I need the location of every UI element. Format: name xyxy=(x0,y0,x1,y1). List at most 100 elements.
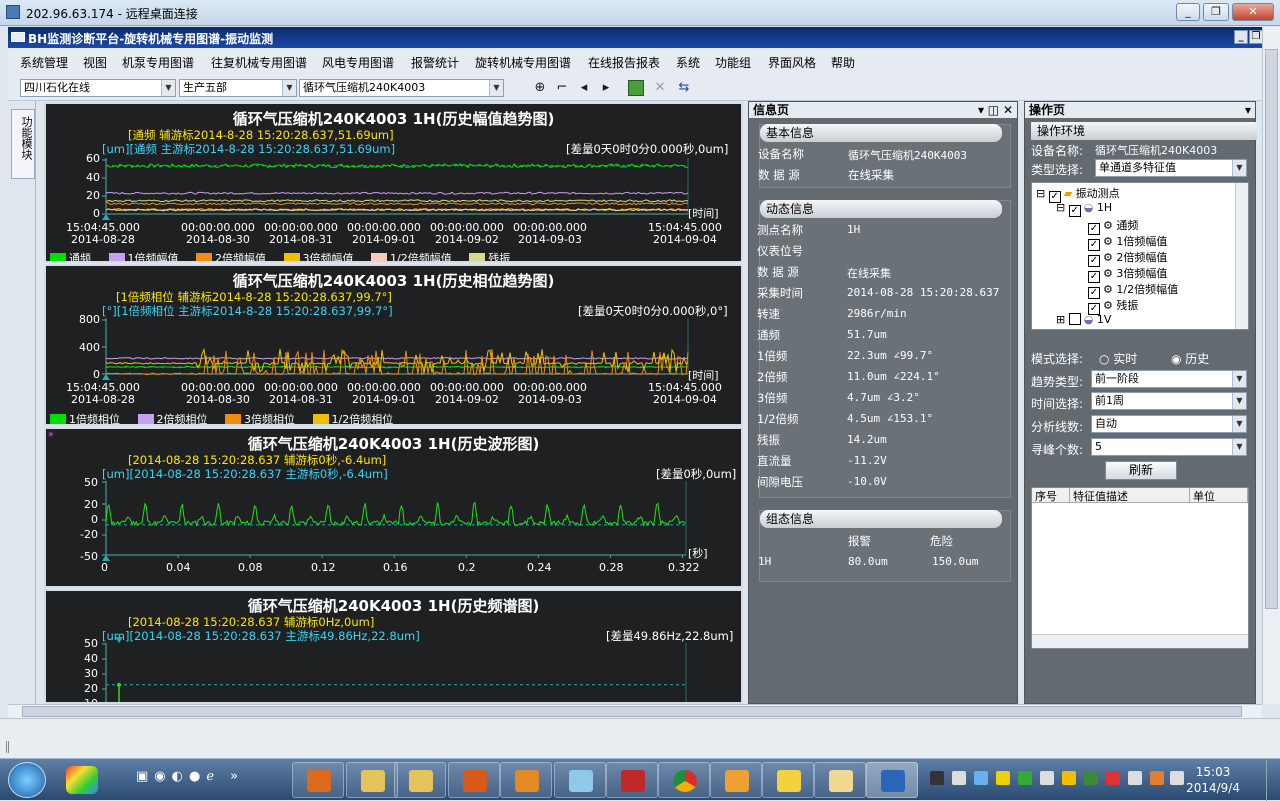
taskbar-folder-2[interactable] xyxy=(394,762,446,798)
type-select[interactable]: 单通道多特征值 ▼ xyxy=(1095,159,1247,177)
trend-type-select[interactable]: 前一阶段 ▼ xyxy=(1091,370,1247,388)
menu-ui-style[interactable]: 界面风格 xyxy=(768,54,816,71)
table-hscrollbar[interactable] xyxy=(1032,634,1248,648)
tray-icon[interactable] xyxy=(1040,771,1054,785)
menu-wind-charts[interactable]: 风电专用图谱 xyxy=(322,54,394,71)
mdi-minimize-button[interactable]: _ xyxy=(1234,30,1248,44)
lines-select[interactable]: 自动 ▼ xyxy=(1091,415,1247,433)
battery-icon[interactable] xyxy=(1170,771,1184,785)
time-select-value: 前1周 xyxy=(1095,394,1124,407)
menu-pump-charts[interactable]: 机泵专用图谱 xyxy=(122,54,194,71)
menu-system[interactable]: 系统 xyxy=(676,54,700,71)
taskbar-app-3[interactable] xyxy=(554,762,606,798)
menu-view[interactable]: 视图 xyxy=(83,54,107,71)
checkbox[interactable]: ✓ xyxy=(1068,205,1081,217)
rdp-minimize-button[interactable]: _ xyxy=(1176,3,1200,21)
quick-launch-icons[interactable]: ▣◉◐●ℯ » xyxy=(136,769,244,784)
x-tick: 00:00:00.000 2014-09-03 xyxy=(513,381,587,406)
info-key: 测点名称 xyxy=(757,223,803,237)
tray-icon[interactable] xyxy=(974,771,988,785)
function-module-tab[interactable]: 功能模块 xyxy=(11,109,35,179)
pane-controls[interactable]: ▾ ◫ ✕ xyxy=(978,102,1013,118)
taskbar-mail[interactable] xyxy=(814,762,866,798)
app-launcher-icon[interactable] xyxy=(66,766,98,794)
image-export-icon[interactable] xyxy=(628,80,644,96)
mode-realtime-radio[interactable]: ○ 实时 xyxy=(1099,350,1137,367)
info-value: -11.2V xyxy=(847,454,887,467)
menu-rotary-charts[interactable]: 旋转机械专用图谱 xyxy=(475,54,571,71)
system-clock[interactable]: 15:03 2014/9/4 xyxy=(1186,764,1240,796)
chevron-down-icon[interactable]: ▾ xyxy=(1245,102,1251,118)
legend-item: 3倍频相位 xyxy=(225,413,295,424)
col-header[interactable]: 特征值描述 xyxy=(1070,488,1190,503)
taskbar-alert-app[interactable] xyxy=(762,762,814,798)
spectrum-chart[interactable]: 循环气压缩机240K4003 1H(历史频谱图) [2014-08-28 15:… xyxy=(44,589,743,704)
crop-icon[interactable]: ⌐ xyxy=(554,80,570,96)
peaks-select[interactable]: 5 ▼ xyxy=(1091,438,1247,456)
info-value: 14.2um xyxy=(847,433,887,446)
main-vertical-scrollbar[interactable] xyxy=(1262,27,1280,704)
x-tick: 0.12 xyxy=(311,561,336,574)
phase-trend-chart[interactable]: 循环气压缩机240K4003 1H(历史相位趋势图) [1倍频相位 辅游标201… xyxy=(44,264,743,426)
rdp-close-button[interactable]: ✕ xyxy=(1232,3,1274,21)
menu-system-mgmt[interactable]: 系统管理 xyxy=(20,54,68,71)
feature-table[interactable]: 序号 特征值描述 单位 xyxy=(1031,487,1249,649)
config-info-section: 组态信息 报警 危险 1H 80.0um 150.0um xyxy=(758,510,1011,582)
x-tick: 00:00:00.000 2014-09-03 xyxy=(513,221,587,246)
section-header: 基本信息 xyxy=(760,124,1002,142)
show-desktop-button[interactable] xyxy=(1266,759,1280,801)
time-select[interactable]: 前1周 ▼ xyxy=(1091,392,1247,410)
menu-online-report[interactable]: 在线报告报表 xyxy=(588,54,660,71)
amplitude-trend-chart[interactable]: 循环气压缩机240K4003 1H(历史幅值趋势图) [通频 辅游标2014-8… xyxy=(44,102,743,263)
tray-icon[interactable] xyxy=(1018,771,1032,785)
info-pane: 信息页 ▾ ◫ ✕ 基本信息 设备名称 循环气压缩机240K4003 数 据 源 … xyxy=(748,101,1018,704)
cursor-target-icon[interactable]: ⊕ xyxy=(532,80,548,96)
col-header[interactable]: 单位 xyxy=(1190,488,1248,503)
network-icon[interactable] xyxy=(952,771,966,785)
tray-icon[interactable] xyxy=(1150,771,1164,785)
time-select-label: 时间选择: xyxy=(1031,397,1084,411)
taskbar-folder-1[interactable] xyxy=(346,762,398,798)
taskbar-matlab-1[interactable] xyxy=(448,762,500,798)
tray-icon[interactable] xyxy=(930,771,944,785)
waveform-chart[interactable]: * 循环气压缩机240K4003 1H(历史波形图) [2014-08-28 1… xyxy=(44,427,743,588)
measure-point-tree[interactable]: ⊟ ✓ ▰ 振动测点 ⊟ ✓ ◒ 1H ✓ ⚙ 通频 ✓ ⚙ 1倍频幅值 ✓ ⚙ 2倍频幅… xyxy=(1031,182,1249,330)
tray-icon[interactable] xyxy=(996,771,1010,785)
y-tick: 40 xyxy=(86,171,100,184)
menu-recip-charts[interactable]: 往复机械专用图谱 xyxy=(211,54,307,71)
col-header[interactable]: 序号 xyxy=(1032,488,1070,503)
company-select[interactable]: 四川石化在线 ▼ xyxy=(20,79,176,97)
tray-icon[interactable] xyxy=(1062,771,1076,785)
tree-scrollbar[interactable] xyxy=(1235,183,1248,329)
main-horizontal-scrollbar[interactable] xyxy=(8,704,1262,718)
taskbar-remote-desktop[interactable] xyxy=(866,762,918,798)
start-button[interactable] xyxy=(8,762,46,798)
mode-history-radio[interactable]: ◉ 历史 xyxy=(1171,350,1209,367)
move-left-icon[interactable]: ◂ xyxy=(576,80,592,96)
rdp-restore-button[interactable]: ❐ xyxy=(1203,3,1229,21)
scroll-thumb[interactable] xyxy=(1265,49,1278,609)
y-tick: 50 xyxy=(84,476,98,489)
delete-icon[interactable]: ✕ xyxy=(652,80,668,96)
taskbar-outlook[interactable] xyxy=(710,762,762,798)
sync-icon[interactable]: ⇆ xyxy=(676,80,692,96)
volume-icon[interactable] xyxy=(1128,771,1142,785)
menu-function-group[interactable]: 功能组 xyxy=(715,54,751,71)
taskbar-chrome[interactable] xyxy=(658,762,710,798)
taskbar-matlab-2[interactable] xyxy=(500,762,552,798)
refresh-button[interactable]: 刷新 xyxy=(1105,461,1177,480)
taskbar-acrobat[interactable] xyxy=(606,762,658,798)
device-select[interactable]: 循环气压缩机240K4003 ▼ xyxy=(299,79,504,97)
checkbox[interactable] xyxy=(1068,313,1081,325)
type-label: 类型选择: xyxy=(1031,163,1084,177)
scroll-thumb[interactable] xyxy=(22,706,1242,717)
mdi-restore-button[interactable]: ❐ xyxy=(1249,30,1263,44)
move-right-icon[interactable]: ▸ xyxy=(598,80,614,96)
taskbar-search-app[interactable] xyxy=(292,762,344,798)
department-select[interactable]: 生产五部 ▼ xyxy=(179,79,297,97)
info-value: 4.5um ∠153.1° xyxy=(847,412,934,425)
tray-icon[interactable] xyxy=(1084,771,1098,785)
menu-alarm-stats[interactable]: 报警统计 xyxy=(411,54,459,71)
menu-help[interactable]: 帮助 xyxy=(831,54,855,71)
tray-icon[interactable] xyxy=(1106,771,1120,785)
